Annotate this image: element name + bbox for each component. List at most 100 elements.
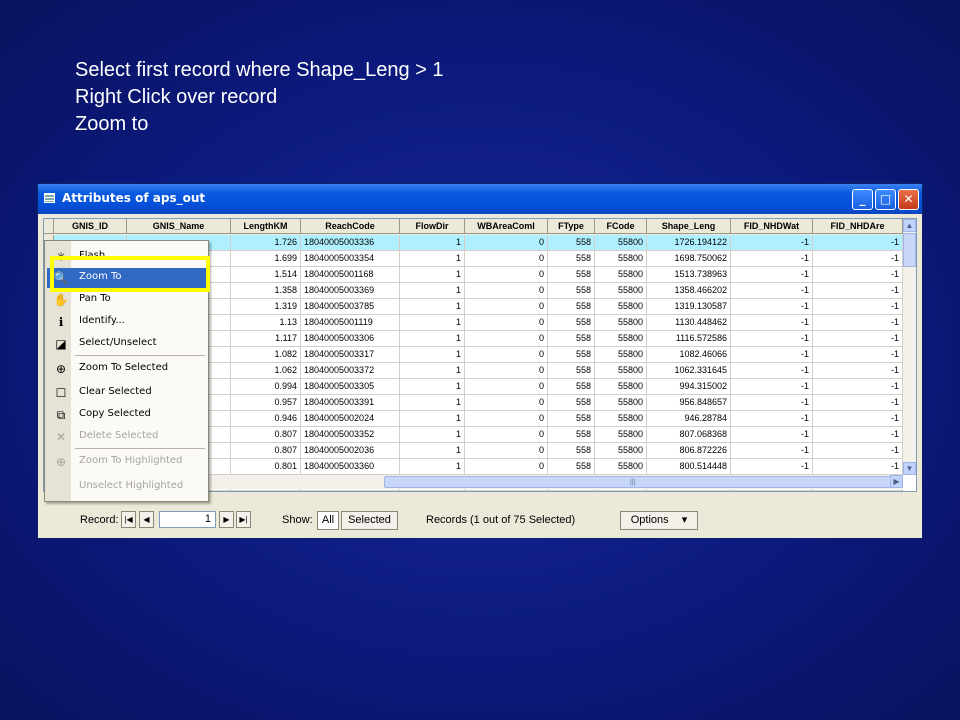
column-header[interactable]: FID_NHDWat: [731, 219, 813, 234]
record-number-input[interactable]: 1: [159, 511, 216, 528]
table-cell[interactable]: 55800: [595, 299, 647, 315]
table-cell[interactable]: 0: [465, 347, 548, 363]
table-cell[interactable]: 0.807: [231, 443, 301, 459]
table-cell[interactable]: 18040005003352: [301, 427, 400, 443]
menu-item-delete-selected[interactable]: ✕ Delete Selected: [47, 427, 206, 447]
table-cell[interactable]: 1082.46066: [647, 347, 731, 363]
table-cell[interactable]: 1130.448462: [647, 315, 731, 331]
show-selected-button[interactable]: Selected: [341, 511, 398, 530]
column-header[interactable]: WBAreaComI: [465, 219, 548, 234]
table-cell[interactable]: 18040005003360: [301, 459, 400, 475]
table-cell[interactable]: 1: [400, 251, 465, 267]
table-cell[interactable]: 558: [548, 347, 595, 363]
table-cell[interactable]: 994.315002: [647, 379, 731, 395]
table-cell[interactable]: -1: [731, 379, 813, 395]
previous-record-button[interactable]: ◀: [139, 511, 154, 528]
table-cell[interactable]: -1: [731, 411, 813, 427]
menu-item-identify[interactable]: ℹ Identify...: [47, 312, 206, 332]
table-cell[interactable]: 18040005002036: [301, 443, 400, 459]
table-cell[interactable]: 55800: [595, 443, 647, 459]
table-cell[interactable]: 55800: [595, 235, 647, 251]
table-cell[interactable]: 55800: [595, 363, 647, 379]
column-header[interactable]: GNIS_Name: [127, 219, 231, 234]
table-cell[interactable]: 1: [400, 315, 465, 331]
table-cell[interactable]: 55800: [595, 251, 647, 267]
table-cell[interactable]: -1: [731, 251, 813, 267]
column-header[interactable]: ReachCode: [301, 219, 400, 234]
table-cell[interactable]: 0: [465, 315, 548, 331]
table-cell[interactable]: 18040005003785: [301, 299, 400, 315]
table-cell[interactable]: 558: [548, 251, 595, 267]
table-cell[interactable]: -1: [731, 443, 813, 459]
table-cell[interactable]: 0: [465, 251, 548, 267]
table-cell[interactable]: -1: [731, 459, 813, 475]
table-cell[interactable]: -1: [813, 427, 903, 443]
table-cell[interactable]: 0.994: [231, 379, 301, 395]
table-cell[interactable]: 800.514448: [647, 459, 731, 475]
horizontal-scroll-thumb[interactable]: |||: [384, 476, 894, 488]
next-record-button[interactable]: ▶: [219, 511, 234, 528]
vertical-scroll-thumb[interactable]: [903, 233, 916, 267]
last-record-button[interactable]: ▶|: [236, 511, 251, 528]
table-cell[interactable]: -1: [731, 363, 813, 379]
table-cell[interactable]: 1.13: [231, 315, 301, 331]
scroll-right-icon[interactable]: ▶: [890, 475, 903, 488]
vertical-scrollbar[interactable]: ▲ ▼: [903, 219, 916, 475]
scroll-up-icon[interactable]: ▲: [903, 219, 916, 232]
table-cell[interactable]: 0: [465, 235, 548, 251]
table-cell[interactable]: 1.117: [231, 331, 301, 347]
table-cell[interactable]: 558: [548, 315, 595, 331]
table-cell[interactable]: 1: [400, 459, 465, 475]
table-cell[interactable]: 1: [400, 235, 465, 251]
table-cell[interactable]: -1: [813, 267, 903, 283]
table-cell[interactable]: 0.801: [231, 459, 301, 475]
column-header[interactable]: Shape_Leng: [647, 219, 731, 234]
table-cell[interactable]: 1726.194122: [647, 235, 731, 251]
title-bar[interactable]: Attributes of aps_out _ □ ✕: [38, 184, 922, 214]
table-cell[interactable]: 1.062: [231, 363, 301, 379]
table-cell[interactable]: -1: [813, 379, 903, 395]
table-cell[interactable]: -1: [813, 347, 903, 363]
table-cell[interactable]: 807.068368: [647, 427, 731, 443]
table-cell[interactable]: -1: [813, 315, 903, 331]
table-cell[interactable]: -1: [813, 459, 903, 475]
table-cell[interactable]: 18040005003372: [301, 363, 400, 379]
table-cell[interactable]: -1: [813, 411, 903, 427]
table-cell[interactable]: 558: [548, 299, 595, 315]
table-cell[interactable]: 18040005003317: [301, 347, 400, 363]
table-cell[interactable]: 0: [465, 331, 548, 347]
table-cell[interactable]: 558: [548, 235, 595, 251]
table-cell[interactable]: 558: [548, 427, 595, 443]
table-cell[interactable]: 0: [465, 267, 548, 283]
menu-item-copy-selected[interactable]: ⧉ Copy Selected: [47, 405, 206, 425]
table-cell[interactable]: -1: [731, 427, 813, 443]
table-cell[interactable]: 1: [400, 363, 465, 379]
column-header[interactable]: FID_NHDAre: [813, 219, 903, 234]
table-cell[interactable]: 1116.572586: [647, 331, 731, 347]
table-cell[interactable]: -1: [731, 315, 813, 331]
table-cell[interactable]: 18040005003336: [301, 235, 400, 251]
table-cell[interactable]: 558: [548, 411, 595, 427]
table-cell[interactable]: -1: [813, 363, 903, 379]
table-cell[interactable]: 55800: [595, 331, 647, 347]
table-cell[interactable]: 1.699: [231, 251, 301, 267]
table-cell[interactable]: 55800: [595, 395, 647, 411]
table-cell[interactable]: -1: [813, 283, 903, 299]
scroll-down-icon[interactable]: ▼: [903, 462, 916, 475]
table-cell[interactable]: 0: [465, 283, 548, 299]
column-header[interactable]: FCode: [595, 219, 647, 234]
table-cell[interactable]: 18040005001168: [301, 267, 400, 283]
table-cell[interactable]: 1.358: [231, 283, 301, 299]
table-cell[interactable]: -1: [813, 395, 903, 411]
menu-item-unselect-highlighted[interactable]: Unselect Highlighted: [47, 477, 206, 497]
table-cell[interactable]: 1: [400, 395, 465, 411]
table-cell[interactable]: 18040005003306: [301, 331, 400, 347]
table-cell[interactable]: 0.946: [231, 411, 301, 427]
table-cell[interactable]: 1: [400, 379, 465, 395]
table-cell[interactable]: 1: [400, 283, 465, 299]
table-cell[interactable]: 55800: [595, 347, 647, 363]
table-cell[interactable]: -1: [731, 331, 813, 347]
table-cell[interactable]: -1: [813, 235, 903, 251]
table-cell[interactable]: 946.28784: [647, 411, 731, 427]
table-cell[interactable]: 558: [548, 379, 595, 395]
